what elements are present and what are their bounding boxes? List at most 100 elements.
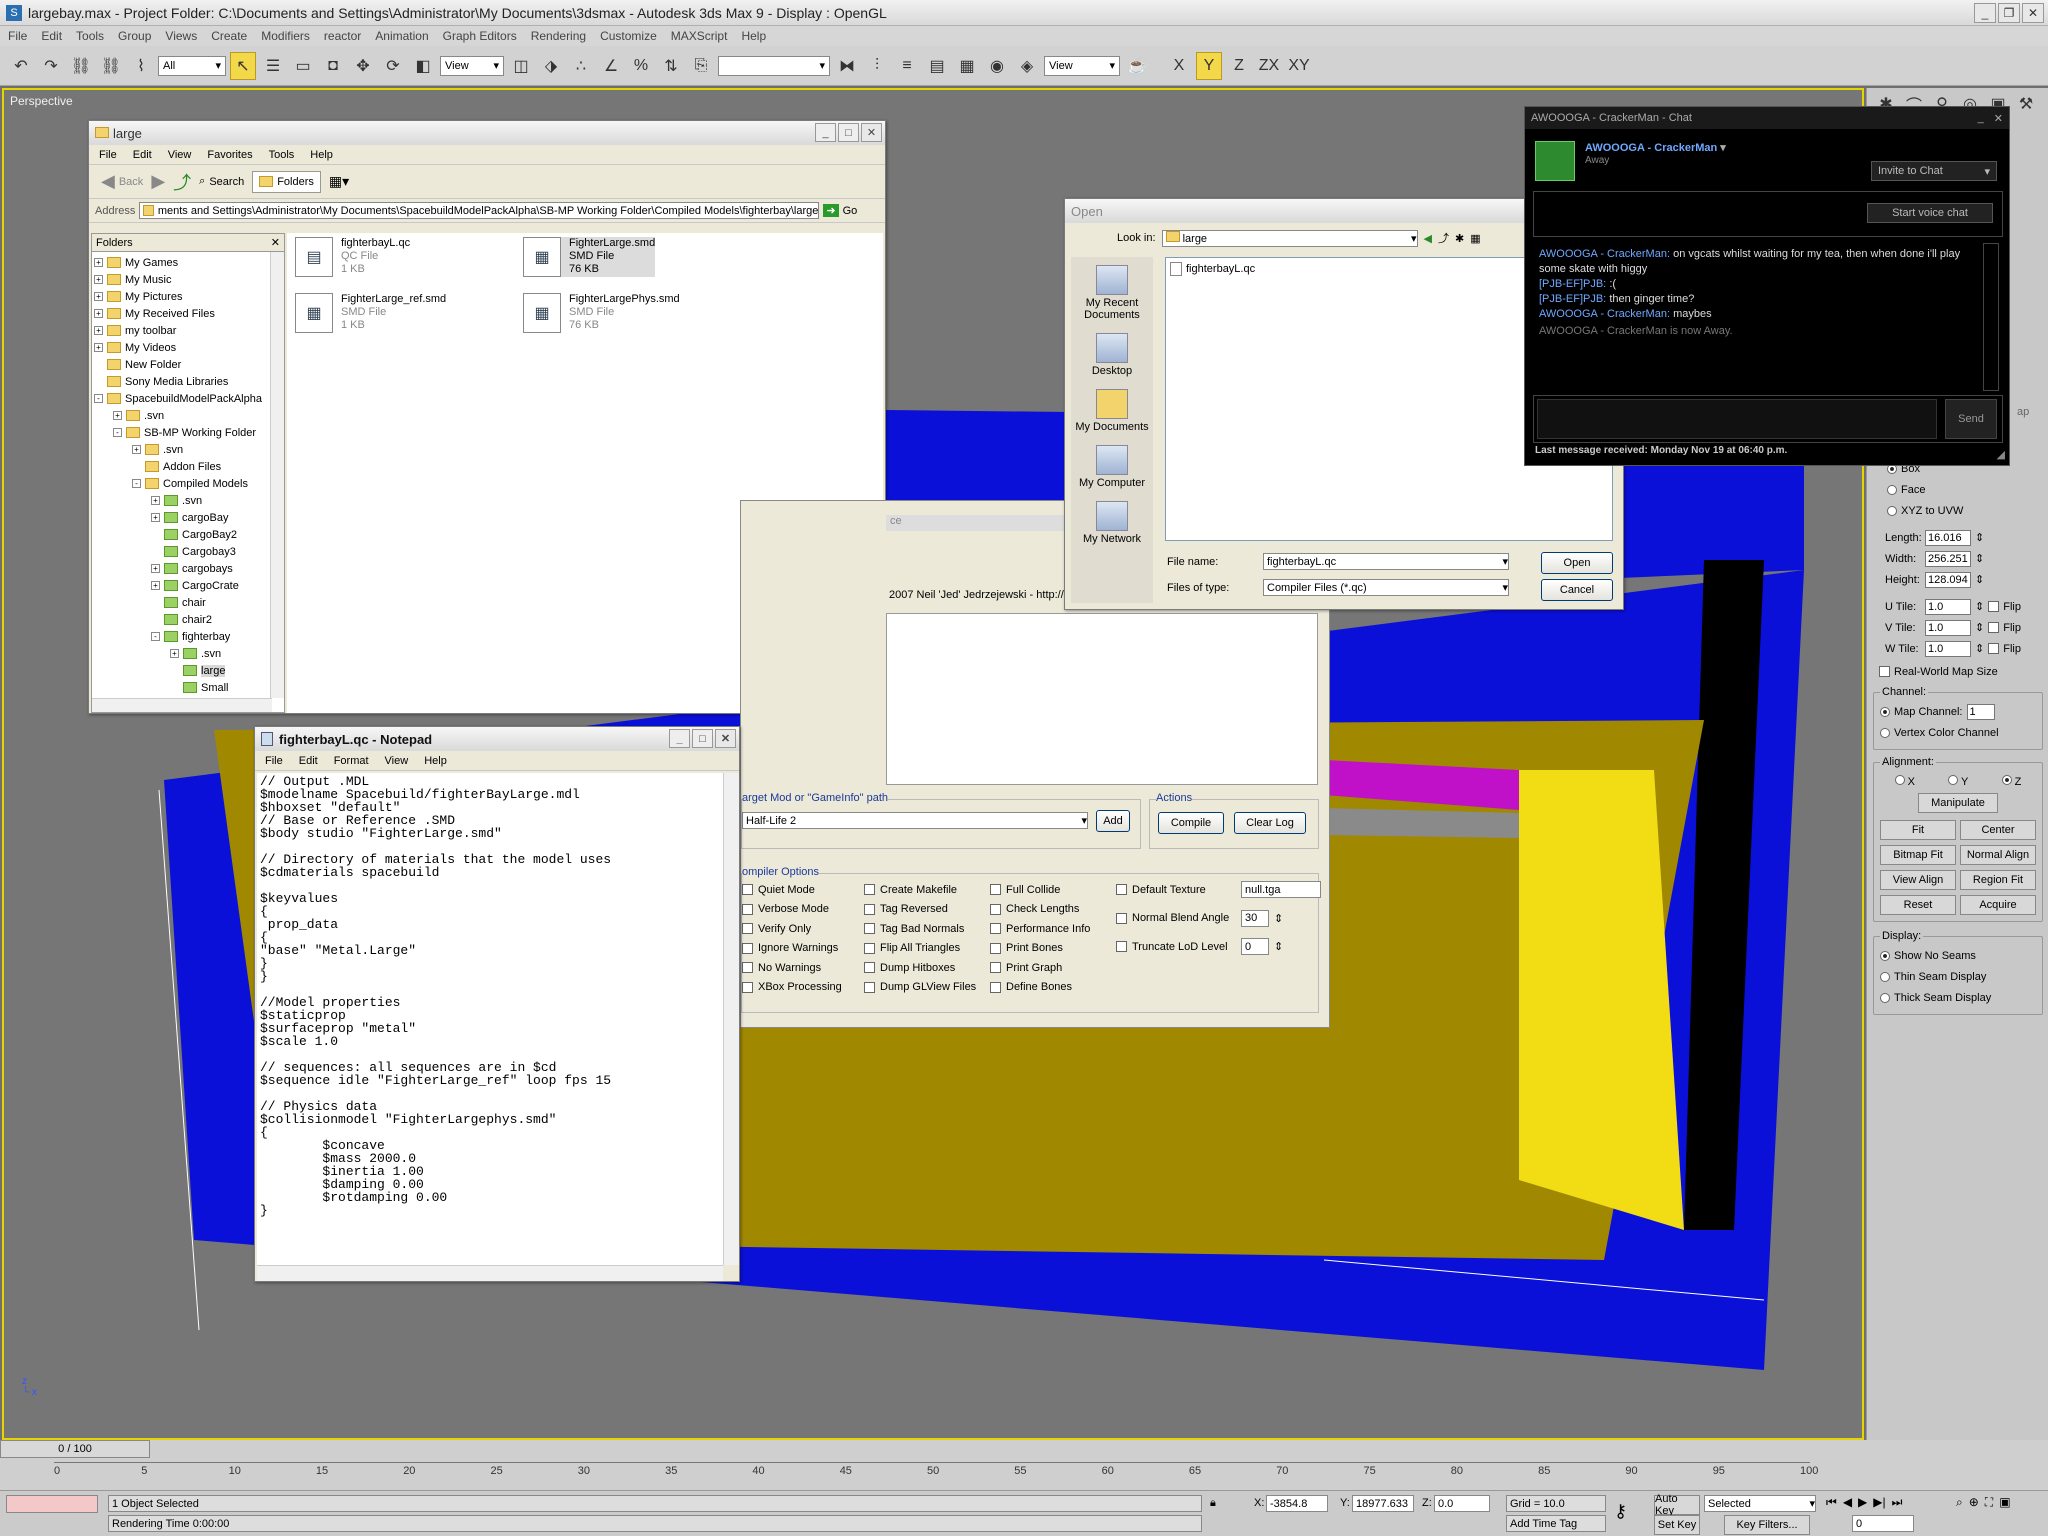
search-button[interactable]: ⌕ Search [199, 175, 244, 188]
compiler-option[interactable]: Print Bones [990, 939, 1090, 959]
expand-toggle-icon[interactable]: + [94, 309, 103, 318]
menu-edit[interactable]: Edit [41, 29, 62, 43]
menu-tools[interactable]: Tools [269, 149, 295, 161]
spinner-arrows-icon[interactable]: ⇕ [1975, 531, 1984, 544]
zoom-all-icon[interactable]: ⊕ [1969, 1495, 1979, 1510]
acquire-button[interactable]: Acquire [1960, 894, 2036, 915]
option-checkbox[interactable] [990, 923, 1001, 935]
tree-item[interactable]: - fighterbay [94, 628, 284, 645]
mirror-icon[interactable]: ⧓ [834, 52, 860, 80]
option-checkbox[interactable] [990, 884, 1001, 896]
maximize-icon[interactable]: □ [838, 123, 859, 142]
key-filters-button[interactable]: Key Filters... [1724, 1515, 1810, 1535]
place-my-network[interactable]: My Network [1075, 501, 1149, 545]
go-button[interactable]: Go [843, 205, 858, 217]
option-checkbox[interactable] [742, 884, 753, 896]
time-slider[interactable]: 0 / 100 [0, 1440, 150, 1458]
show-no-seams-radio[interactable] [1880, 950, 1890, 961]
go-arrow-icon[interactable]: ➜ [823, 204, 839, 217]
truncate-lod-checkbox[interactable] [1116, 941, 1127, 953]
tree-item[interactable]: + .svn [94, 407, 284, 424]
place-my-documents[interactable]: My Documents [1075, 389, 1149, 433]
expand-toggle-icon[interactable]: - [132, 479, 141, 488]
fit-button[interactable]: Fit [1880, 819, 1956, 840]
bind-spacewarp-icon[interactable]: ⌇ [128, 52, 154, 80]
option-checkbox[interactable] [990, 962, 1001, 974]
notepad-vscrollbar[interactable] [723, 773, 739, 1265]
option-checkbox[interactable] [864, 962, 875, 974]
normal-blend-checkbox[interactable] [1116, 912, 1127, 924]
spinner-arrows-icon[interactable]: ⇕ [1975, 552, 1984, 565]
compiler-option[interactable]: Create Makefile [864, 880, 976, 900]
address-field[interactable]: ments and Settings\Administrator\My Docu… [139, 202, 820, 219]
tree-item[interactable]: + My Pictures [94, 288, 284, 305]
center-button[interactable]: Center [1960, 819, 2036, 840]
compiler-option[interactable]: XBox Processing [742, 978, 842, 998]
reset-button[interactable]: Reset [1880, 894, 1956, 915]
axis-x-button[interactable]: X [1166, 52, 1192, 80]
undo-icon[interactable]: ↶ [8, 52, 34, 80]
spinner-arrows-icon[interactable]: ⇕ [1975, 573, 1984, 586]
angle-snap-icon[interactable]: ∠ [598, 52, 624, 80]
key-set-dropdown[interactable]: Selected ▾ [1704, 1495, 1816, 1512]
tree-item[interactable]: + cargobays [94, 560, 284, 577]
z-coordinate-field[interactable]: 0.0 [1434, 1495, 1490, 1512]
restore-icon[interactable]: ❐ [1998, 3, 2020, 23]
link-icon[interactable]: ⛓ [68, 52, 94, 80]
spinner-arrows-icon[interactable]: ⇕ [1975, 600, 1984, 613]
tree-item[interactable]: + My Received Files [94, 305, 284, 322]
menu-customize[interactable]: Customize [600, 29, 657, 43]
radio-xyz[interactable] [1887, 505, 1897, 516]
filename-field[interactable]: fighterbayL.qc ▾ [1263, 553, 1509, 570]
tree-item[interactable]: Cargobay3 [94, 543, 284, 560]
forward-icon[interactable]: ▶ [151, 171, 165, 192]
schematic-view-icon[interactable]: ▦ [954, 52, 980, 80]
auto-key-button[interactable]: Auto Key [1654, 1493, 1700, 1517]
back-button[interactable]: ◀ Back [101, 171, 143, 192]
expand-toggle-icon[interactable]: + [94, 292, 103, 301]
option-checkbox[interactable] [864, 981, 875, 993]
tree-item[interactable]: chair [94, 594, 284, 611]
option-checkbox[interactable] [990, 942, 1001, 954]
quick-render-icon[interactable]: ☕ [1124, 52, 1150, 80]
compiler-option[interactable]: Tag Reversed [864, 900, 976, 920]
expand-toggle-icon[interactable]: + [132, 445, 141, 454]
notepad-hscrollbar[interactable] [257, 1265, 723, 1281]
scale-icon[interactable]: ◧ [410, 52, 436, 80]
compile-log[interactable] [886, 613, 1318, 785]
send-button[interactable]: Send [1945, 399, 1997, 439]
manipulate-button[interactable]: Manipulate [1918, 792, 1998, 813]
up-folder-icon[interactable]: ⤴ [1438, 230, 1449, 246]
map-channel-radio[interactable] [1880, 706, 1890, 717]
width-spinner[interactable]: 256.251 [1925, 550, 1971, 567]
option-checkbox[interactable] [864, 903, 875, 915]
spinner-arrows-icon[interactable]: ⇕ [1975, 642, 1984, 655]
maximize-icon[interactable]: □ [692, 729, 713, 748]
menu-format[interactable]: Format [334, 755, 369, 767]
close-icon[interactable]: ✕ [715, 729, 736, 748]
tree-item[interactable]: + My Videos [94, 339, 284, 356]
select-by-name-icon[interactable]: ☰ [260, 52, 286, 80]
close-icon[interactable]: ✕ [861, 123, 882, 142]
menu-file[interactable]: File [8, 29, 27, 43]
lock-icon[interactable]: 🔒︎ [1210, 1497, 1216, 1510]
current-frame-field[interactable]: 0 [1852, 1515, 1914, 1532]
ref-coord-dropdown[interactable]: View ▾ [440, 55, 504, 76]
material-editor-icon[interactable]: ◉ [984, 52, 1010, 80]
align-z-radio[interactable] [2001, 775, 2012, 785]
pivot-icon[interactable]: ◫ [508, 52, 534, 80]
option-checkbox[interactable] [742, 903, 753, 915]
menu-help[interactable]: Help [310, 149, 333, 161]
compiler-option[interactable]: Print Graph [990, 958, 1090, 978]
tree-item[interactable]: New Folder [94, 356, 284, 373]
target-dropdown[interactable]: Half-Life 2 ▾ [742, 812, 1088, 829]
compiler-option[interactable]: Verbose Mode [742, 900, 842, 920]
manipulate-icon[interactable]: ⬗ [538, 52, 564, 80]
option-checkbox[interactable] [742, 923, 753, 935]
file-item[interactable]: ▦ FighterLargePhys.smd SMD File 76 KB [523, 293, 680, 333]
axis-y-button[interactable]: Y [1196, 51, 1222, 80]
tree-item[interactable]: + .svn [94, 492, 284, 509]
expand-toggle-icon[interactable]: + [94, 343, 103, 352]
set-key-button[interactable]: Set Key [1654, 1515, 1700, 1535]
default-texture-field[interactable]: null.tga [1241, 881, 1321, 899]
